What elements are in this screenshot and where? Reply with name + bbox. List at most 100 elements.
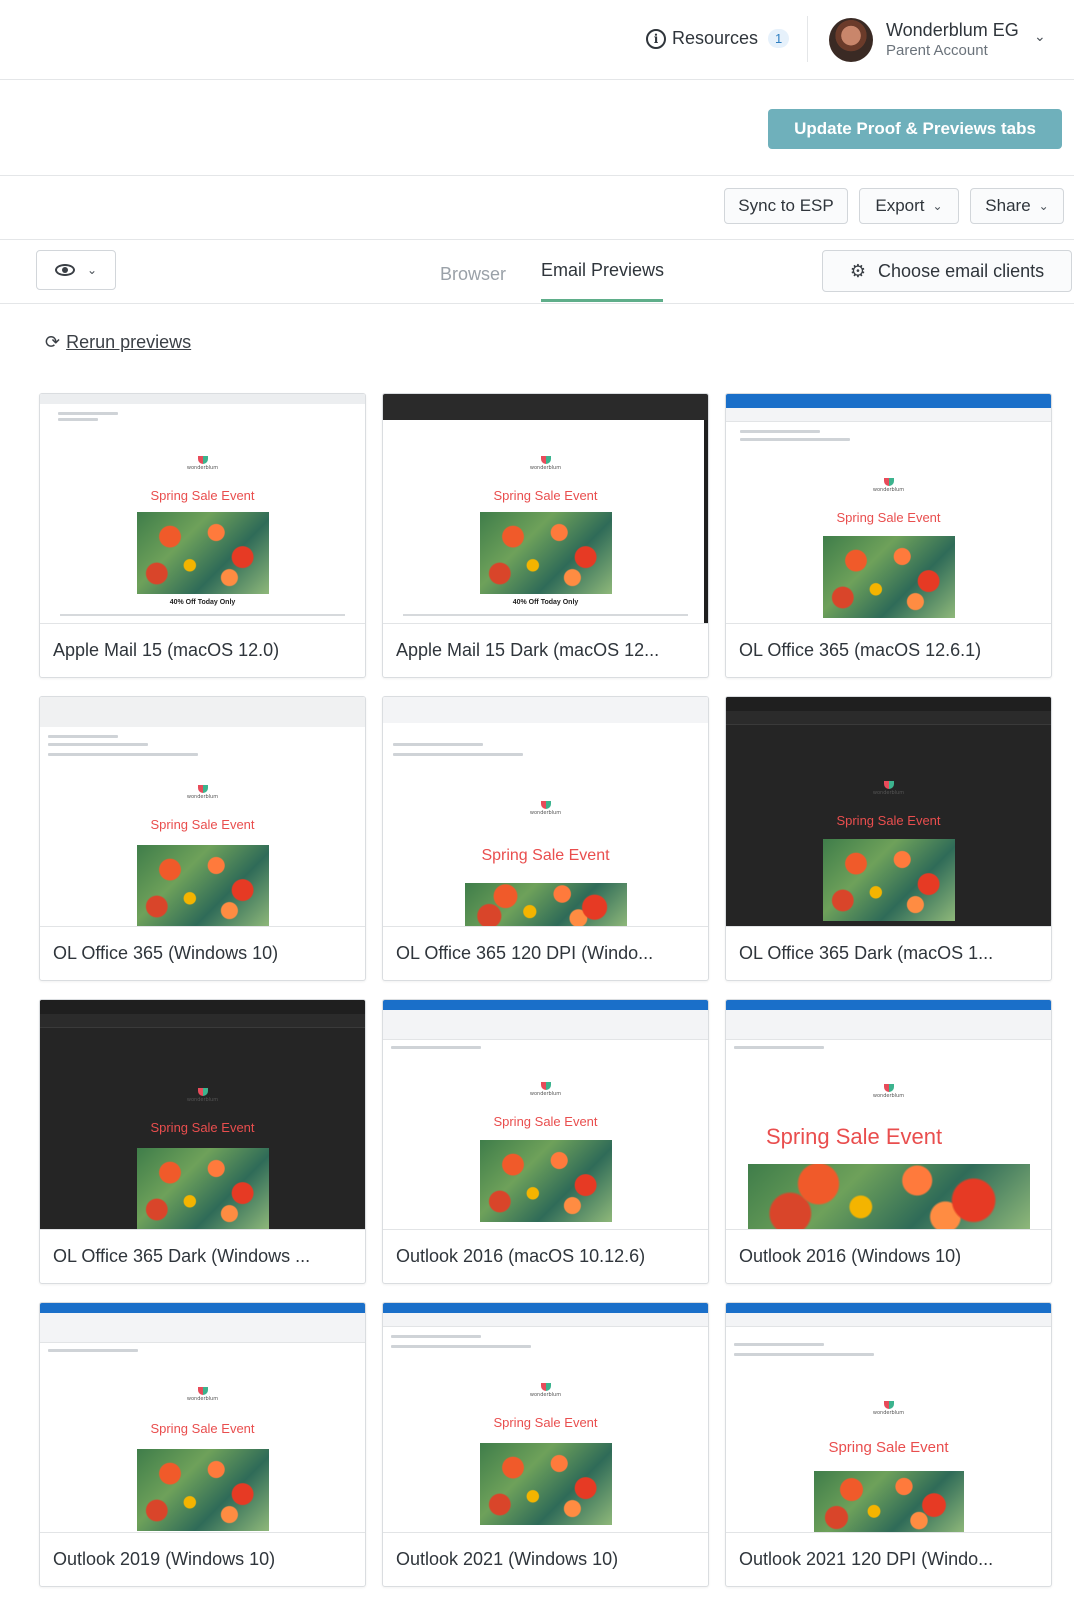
- resources-count-badge: 1: [768, 29, 790, 48]
- preview-card[interactable]: wonderblum Spring Sale Event 40% Off Tod…: [39, 393, 366, 678]
- preview-thumbnail[interactable]: wonderblum Spring Sale Event: [40, 1000, 365, 1230]
- update-row: Update Proof & Previews tabs: [0, 80, 1074, 176]
- header-line: [58, 412, 118, 415]
- header-line: [734, 1046, 824, 1049]
- email-offer: 40% Off Today Only: [512, 599, 579, 606]
- toolbar-ribbon: [726, 1010, 1051, 1040]
- card-label: Outlook 2016 (macOS 10.12.6): [396, 1246, 646, 1266]
- preview-card[interactable]: wonderblum Spring Sale Event Outlook 202…: [382, 1302, 709, 1587]
- window-chrome: [383, 1000, 708, 1010]
- preview-thumbnail[interactable]: wonderblum Spring Sale Event 40% Off Tod…: [383, 394, 708, 624]
- email-hero-image: [479, 1443, 612, 1525]
- email-headline: Spring Sale Event: [150, 817, 255, 832]
- header-line: [48, 753, 198, 756]
- preview-card[interactable]: wonderblum Spring Sale Event OL Office 3…: [725, 393, 1052, 678]
- window-chrome: [726, 1303, 1051, 1313]
- share-label: Share: [985, 196, 1031, 215]
- account-role: Parent Account: [886, 42, 988, 59]
- preview-card[interactable]: wonderblum Spring Sale Event OL Office 3…: [382, 696, 709, 981]
- preview-thumbnail[interactable]: wonderblum Spring Sale Event: [40, 1303, 365, 1533]
- preview-card[interactable]: wonderblum Spring Sale Event Outlook 202…: [725, 1302, 1052, 1587]
- preview-thumbnail[interactable]: wonderblum Spring Sale Event: [383, 1303, 708, 1533]
- header-line: [48, 743, 148, 746]
- header-line: [391, 1046, 481, 1049]
- email-hero-image: [136, 1449, 269, 1531]
- tab-browser[interactable]: Browser: [440, 264, 506, 285]
- view-mode-dropdown[interactable]: ⌄: [36, 250, 116, 290]
- window-chrome: [726, 394, 1051, 408]
- rerun-previews-link[interactable]: ⟳ Rerun previews: [45, 332, 191, 353]
- header-line: [734, 1353, 874, 1356]
- share-button[interactable]: Share ⌄: [970, 188, 1064, 224]
- email-headline: Spring Sale Event: [828, 1439, 949, 1456]
- preview-thumbnail[interactable]: wonderblum Spring Sale Event: [383, 1000, 708, 1230]
- header-line: [391, 1335, 481, 1338]
- preview-card[interactable]: wonderblum Spring Sale Event OL Office 3…: [39, 999, 366, 1284]
- chevron-down-icon: ⌄: [1038, 199, 1049, 213]
- header-line: [391, 1345, 531, 1348]
- tabs-row: ⌄ Browser Email Previews ⚙ Choose email …: [0, 240, 1074, 304]
- preview-thumbnail[interactable]: wonderblum Spring Sale Event: [726, 1303, 1051, 1533]
- header-line: [734, 1343, 824, 1346]
- brand-logo: wonderblum: [871, 781, 907, 796]
- header-divider: [807, 16, 808, 62]
- resources-link[interactable]: i Resources 1: [646, 28, 790, 49]
- card-label: OL Office 365 (macOS 12.6.1): [739, 640, 982, 660]
- toolbar-ribbon: [726, 408, 1051, 422]
- fine-print: [60, 614, 345, 616]
- active-tab-indicator: [541, 299, 663, 302]
- preview-thumbnail[interactable]: wonderblum Spring Sale Event: [40, 697, 365, 927]
- export-label: Export: [875, 196, 925, 215]
- dark-edge: [704, 420, 708, 623]
- window-chrome: [383, 697, 708, 723]
- preview-thumbnail[interactable]: wonderblum Spring Sale Event: [726, 697, 1051, 927]
- preview-card[interactable]: wonderblum Spring Sale Event 40% Off Tod…: [382, 393, 709, 678]
- window-chrome: [383, 1303, 708, 1313]
- choose-email-clients-button[interactable]: ⚙ Choose email clients: [822, 250, 1072, 292]
- avatar[interactable]: [829, 18, 873, 62]
- brand-logo: wonderblum: [528, 1383, 564, 1398]
- tab-email-previews[interactable]: Email Previews: [541, 260, 664, 281]
- email-headline: Spring Sale Event: [493, 1415, 598, 1430]
- email-headline: Spring Sale Event: [766, 1124, 943, 1149]
- preview-card[interactable]: wonderblum Spring Sale Event Outlook 201…: [382, 999, 709, 1284]
- account-chevron-down-icon[interactable]: ⌄: [1034, 28, 1046, 45]
- preview-thumbnail[interactable]: wonderblum Spring Sale Event: [726, 1000, 1051, 1230]
- brand-logo: wonderblum: [871, 478, 907, 493]
- sync-to-esp-button[interactable]: Sync to ESP: [724, 188, 848, 224]
- email-hero-image: [479, 512, 612, 594]
- brand-logo: wonderblum: [528, 456, 564, 471]
- email-headline: Spring Sale Event: [150, 1421, 255, 1436]
- header-line: [48, 1349, 138, 1352]
- card-label: Outlook 2019 (Windows 10): [53, 1549, 276, 1569]
- update-proof-previews-button[interactable]: Update Proof & Previews tabs: [768, 109, 1062, 149]
- email-hero-image: [136, 845, 269, 926]
- card-label: OL Office 365 120 DPI (Windo...: [396, 943, 654, 963]
- email-hero-image: [813, 1471, 964, 1532]
- brand-logo: wonderblum: [871, 1401, 907, 1416]
- export-button[interactable]: Export ⌄: [859, 188, 959, 224]
- preview-thumbnail[interactable]: wonderblum Spring Sale Event: [383, 697, 708, 927]
- email-headline: Spring Sale Event: [493, 1114, 598, 1129]
- brand-logo: wonderblum: [185, 785, 221, 800]
- card-label: OL Office 365 (Windows 10): [53, 943, 279, 963]
- preview-thumbnail[interactable]: wonderblum Spring Sale Event 40% Off Tod…: [40, 394, 365, 624]
- account-name[interactable]: Wonderblum EG: [886, 20, 1019, 41]
- header-line: [48, 735, 118, 738]
- card-label: Outlook 2021 120 DPI (Windo...: [739, 1549, 994, 1569]
- toolbar-ribbon: [726, 711, 1051, 725]
- preview-card[interactable]: wonderblum Spring Sale Event Outlook 201…: [39, 1302, 366, 1587]
- brand-logo: wonderblum: [528, 801, 564, 816]
- brand-logo: wonderblum: [871, 1084, 907, 1099]
- preview-thumbnail[interactable]: wonderblum Spring Sale Event: [726, 394, 1051, 624]
- header-line: [393, 753, 523, 756]
- chevron-down-icon: ⌄: [932, 199, 943, 213]
- toolbar-ribbon: [40, 1014, 365, 1028]
- preview-card[interactable]: wonderblum Spring Sale Event OL Office 3…: [725, 696, 1052, 981]
- window-chrome: [726, 697, 1051, 711]
- preview-card[interactable]: wonderblum Spring Sale Event OL Office 3…: [39, 696, 366, 981]
- brand-logo: wonderblum: [185, 1387, 221, 1402]
- card-label: OL Office 365 Dark (macOS 1...: [739, 943, 994, 963]
- preview-card[interactable]: wonderblum Spring Sale Event Outlook 201…: [725, 999, 1052, 1284]
- window-chrome: [40, 697, 365, 727]
